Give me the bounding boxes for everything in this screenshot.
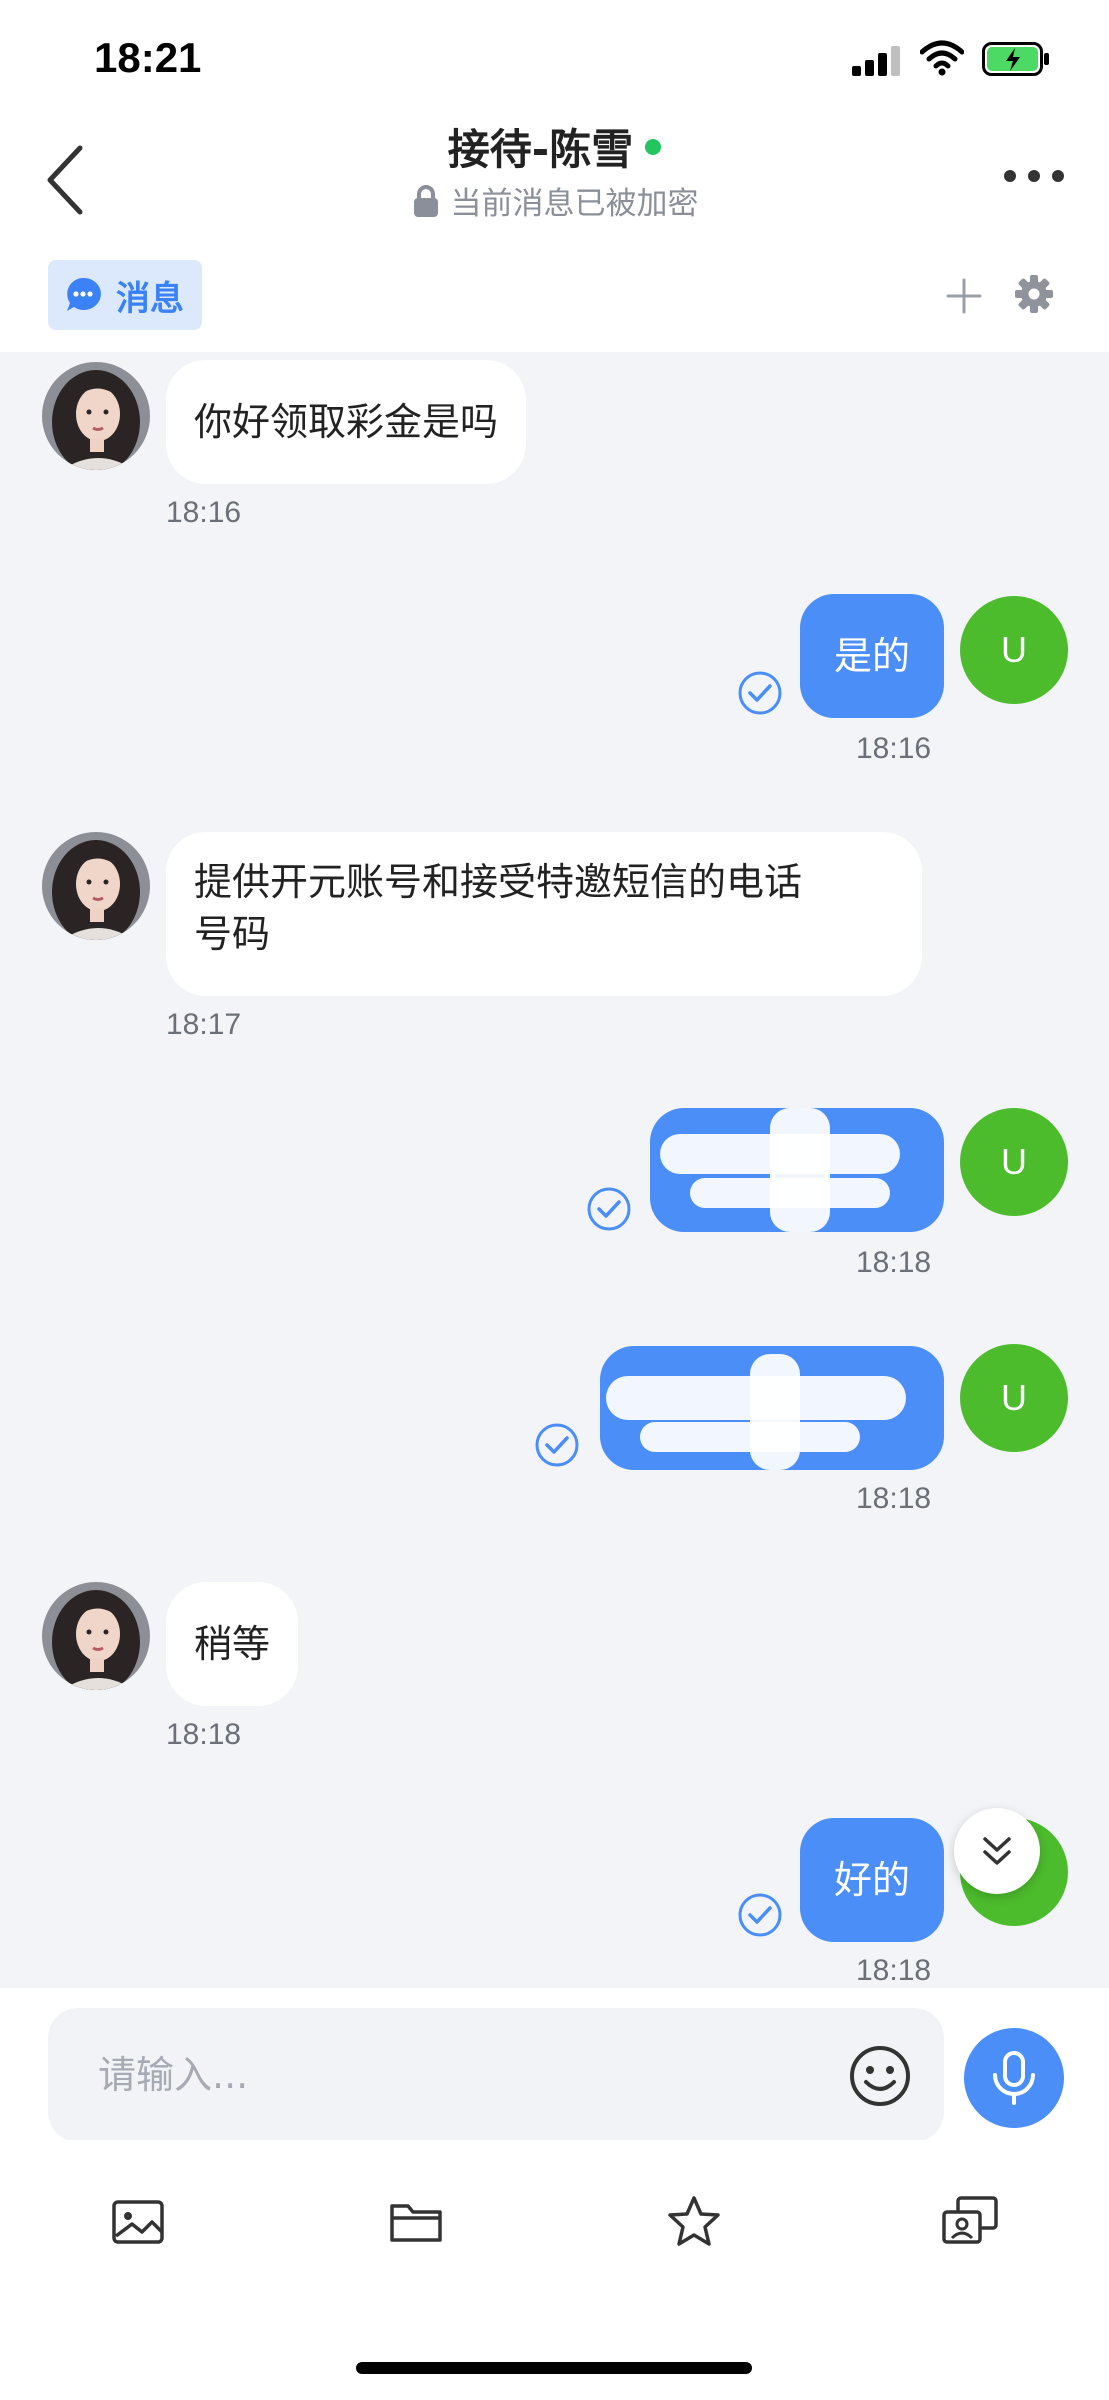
lock-icon bbox=[413, 184, 438, 217]
message-bubble-incoming[interactable]: 提供开元账号和接受特邀短信的电话 号码 bbox=[166, 832, 922, 996]
user-avatar[interactable]: U bbox=[960, 1108, 1068, 1216]
user-avatar[interactable]: U bbox=[960, 1344, 1068, 1452]
message-text: 是的 bbox=[833, 634, 910, 678]
emoji-icon[interactable] bbox=[848, 2044, 912, 2108]
message-text: 稍等 bbox=[194, 1622, 271, 1666]
input-bar bbox=[0, 1988, 1109, 2142]
tab-messages[interactable]: 消息 bbox=[48, 260, 202, 330]
status-bar: 18:21 bbox=[0, 0, 1109, 110]
message-time: 18:18 bbox=[166, 1718, 242, 1751]
message-bubble-outgoing-redacted[interactable] bbox=[600, 1346, 944, 1470]
check-icon bbox=[587, 1187, 631, 1231]
bottom-toolbar bbox=[0, 2140, 1109, 2400]
user-avatar-letter: U bbox=[1001, 629, 1027, 670]
chat-header: 接待-陈雪 当前消息已被加密 bbox=[0, 110, 1109, 240]
contact-card-icon[interactable] bbox=[940, 2192, 1000, 2252]
message-time: 18:18 bbox=[856, 1246, 932, 1279]
voice-button[interactable] bbox=[964, 2028, 1064, 2128]
star-icon[interactable] bbox=[664, 2192, 724, 2252]
encryption-notice: 当前消息已被加密 bbox=[0, 178, 1109, 223]
encryption-notice-text: 当前消息已被加密 bbox=[450, 186, 699, 222]
chat-bubble-icon bbox=[67, 277, 101, 311]
online-status-dot bbox=[645, 138, 662, 155]
plus-icon[interactable] bbox=[944, 276, 984, 316]
user-avatar[interactable]: U bbox=[960, 596, 1068, 704]
message-bubble-outgoing-redacted[interactable] bbox=[650, 1108, 944, 1232]
user-avatar-letter: U bbox=[1001, 1377, 1027, 1418]
check-icon bbox=[738, 671, 782, 715]
gear-icon[interactable] bbox=[1014, 274, 1054, 314]
message-time: 18:17 bbox=[166, 1008, 242, 1041]
message-time: 18:16 bbox=[856, 732, 932, 765]
message-text: 好的 bbox=[833, 1858, 910, 1902]
message-text-line: 号码 bbox=[194, 912, 271, 956]
tab-messages-label: 消息 bbox=[116, 278, 184, 319]
chat-area[interactable]: 你好领取彩金是吗 18:16 是的 U 18:16 提供开元账号和接受特邀短信的… bbox=[0, 352, 1109, 1988]
check-icon bbox=[738, 1893, 782, 1937]
message-input[interactable] bbox=[48, 2008, 944, 2142]
scroll-down-button[interactable] bbox=[954, 1808, 1040, 1894]
signal-icon bbox=[852, 44, 902, 76]
battery-icon bbox=[982, 42, 1049, 76]
message-bubble-incoming[interactable]: 你好领取彩金是吗 bbox=[166, 360, 527, 484]
microphone-icon bbox=[993, 2051, 1035, 2105]
more-icon[interactable] bbox=[1004, 166, 1064, 186]
contact-avatar[interactable] bbox=[42, 362, 150, 470]
image-icon[interactable] bbox=[108, 2192, 168, 2252]
contact-avatar[interactable] bbox=[42, 1582, 150, 1690]
folder-icon[interactable] bbox=[386, 2192, 446, 2252]
home-indicator bbox=[356, 2362, 752, 2374]
message-bubble-incoming[interactable]: 稍等 bbox=[166, 1582, 299, 1706]
message-text: 你好领取彩金是吗 bbox=[194, 400, 499, 444]
status-time: 18:21 bbox=[94, 34, 202, 81]
message-text-line: 提供开元账号和接受特邀短信的电话 bbox=[194, 860, 803, 904]
wifi-icon bbox=[920, 40, 964, 76]
message-time: 18:16 bbox=[166, 496, 242, 529]
message-bubble-outgoing[interactable]: 是的 bbox=[800, 594, 944, 718]
chat-title: 接待-陈雪 bbox=[447, 125, 634, 174]
tab-row: 消息 bbox=[0, 240, 1109, 352]
check-icon bbox=[535, 1423, 579, 1467]
chat-title-wrap: 接待-陈雪 bbox=[0, 116, 1109, 177]
contact-avatar[interactable] bbox=[42, 832, 150, 940]
message-time: 18:18 bbox=[856, 1954, 932, 1987]
scroll-down-icon bbox=[983, 1837, 1011, 1865]
message-time: 18:18 bbox=[856, 1482, 932, 1515]
user-avatar-letter: U bbox=[1001, 1141, 1027, 1182]
message-bubble-outgoing[interactable]: 好的 bbox=[800, 1818, 944, 1942]
